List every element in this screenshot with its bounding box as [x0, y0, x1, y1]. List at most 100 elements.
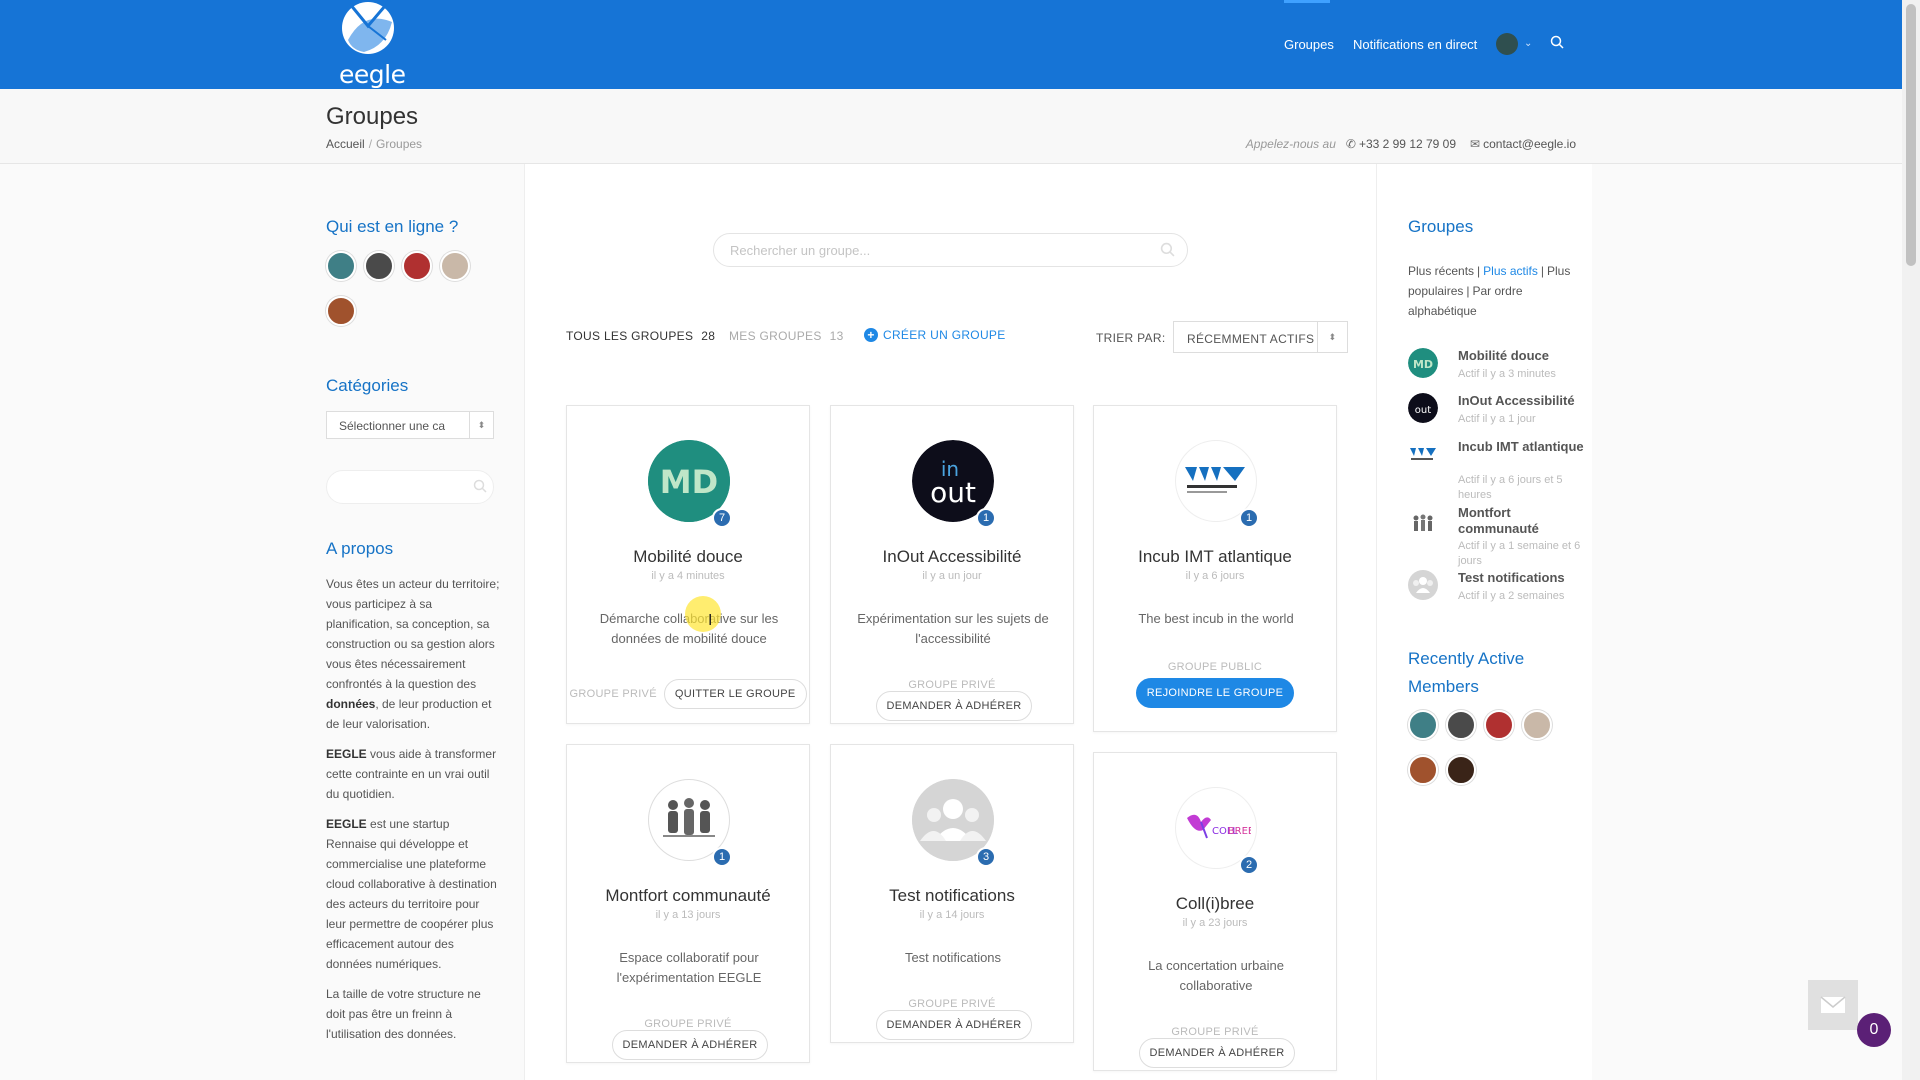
- sort-select[interactable]: RÉCEMMENT ACTIFS ⬍: [1173, 321, 1348, 353]
- sidebar-group-name[interactable]: Montfort communauté: [1458, 505, 1588, 537]
- group-card[interactable]: 3 Test notifications il y a 14 jours Tes…: [830, 744, 1074, 1043]
- md-logo-icon: MD: [1408, 348, 1438, 378]
- phone-number[interactable]: +33 2 99 12 79 09: [1359, 137, 1456, 151]
- member-avatar[interactable]: [1484, 710, 1514, 740]
- sort-active-link[interactable]: Plus actifs: [1483, 264, 1538, 278]
- sidebar-group-activity: Actif il y a 1 jour: [1458, 413, 1536, 425]
- sidebar-group-name[interactable]: InOut Accessibilité: [1458, 393, 1588, 409]
- online-avatar[interactable]: [326, 296, 356, 326]
- message-widget[interactable]: [1808, 980, 1858, 1030]
- group-time: il y a 23 jours: [1182, 917, 1248, 929]
- recently-active-heading: Recently Active Members: [1408, 649, 1525, 696]
- member-count-badge: 1: [1239, 508, 1259, 528]
- sidebar-group-activity: Actif il y a 2 semaines: [1458, 590, 1565, 602]
- online-avatar[interactable]: [402, 251, 432, 281]
- sidebar-group-item[interactable]: Incub IMT atlantique Actif il y a 6 jour…: [1408, 439, 1588, 501]
- breadcrumb-current: Groupes: [376, 137, 423, 151]
- svg-text:MD: MD: [660, 463, 718, 501]
- request-join-button[interactable]: DEMANDER À ADHÉRER: [611, 1030, 769, 1060]
- group-name[interactable]: Mobilité douce: [567, 547, 809, 567]
- scroll-thumb[interactable]: [1906, 4, 1916, 266]
- group-avatar[interactable]: 3: [912, 779, 996, 867]
- group-name[interactable]: Montfort communauté: [567, 886, 809, 906]
- group-avatar[interactable]: 1: [648, 779, 732, 867]
- user-avatar[interactable]: [1496, 33, 1518, 55]
- cursor-highlight: [685, 596, 721, 632]
- group-name[interactable]: InOut Accessibilité: [831, 547, 1073, 567]
- nav-groupes[interactable]: Groupes: [1284, 37, 1334, 52]
- group-card[interactable]: COLLBREE 2 Coll(i)bree il y a 23 jours L…: [1093, 752, 1337, 1071]
- sidebar-search-input[interactable]: [326, 470, 494, 504]
- group-sort-links: Plus récents | Plus actifs | Plus populaires…: [1408, 261, 1578, 321]
- group-search[interactable]: [713, 233, 1188, 267]
- group-name[interactable]: Test notifications: [831, 886, 1073, 906]
- request-join-button[interactable]: DEMANDER À ADHÉRER: [875, 1010, 1033, 1040]
- group-type: GROUPE PRIVÉ: [908, 998, 996, 1010]
- search-icon[interactable]: [1160, 242, 1175, 260]
- page-scrollbar[interactable]: [1902, 0, 1920, 1080]
- group-card[interactable]: 1 Montfort communauté il y a 13 jours Es…: [566, 744, 810, 1063]
- sort-recent-link[interactable]: Plus récents: [1408, 264, 1474, 278]
- sidebar-group-item[interactable]: MD Mobilité douce Actif il y a 3 minutes: [1408, 348, 1588, 388]
- logo-text: eegle: [339, 60, 406, 89]
- breadcrumb-home[interactable]: Accueil: [326, 137, 365, 151]
- sidebar-group-name[interactable]: Mobilité douce: [1458, 348, 1588, 364]
- create-group-button[interactable]: + CRÉER UN GROUPE: [864, 328, 1006, 342]
- member-avatar[interactable]: [1408, 710, 1438, 740]
- about-text: Vous êtes un acteur du territoire; vous …: [326, 574, 501, 1054]
- group-avatar[interactable]: MD 7: [648, 440, 732, 528]
- about-paragraph: EEGLE vous aide à transformer cette cont…: [326, 744, 501, 804]
- search-icon[interactable]: [1550, 35, 1564, 52]
- sidebar-group-item[interactable]: out InOut Accessibilité Actif il y a 1 j…: [1408, 393, 1588, 433]
- message-count-badge[interactable]: 0: [1857, 1013, 1891, 1047]
- group-avatar[interactable]: COLLBREE 2: [1175, 787, 1259, 875]
- online-avatar[interactable]: [326, 251, 356, 281]
- sidebar-group-name[interactable]: Test notifications: [1458, 570, 1588, 586]
- online-avatar[interactable]: [364, 251, 394, 281]
- group-description: La concertation urbaine collaborative: [1148, 958, 1284, 993]
- join-group-button[interactable]: REJOINDRE LE GROUPE: [1135, 678, 1295, 708]
- group-search-input[interactable]: [714, 234, 1134, 266]
- member-avatar[interactable]: [1522, 710, 1552, 740]
- group-card[interactable]: MD 7 Mobilité douce il y a 4 minutes Dém…: [566, 405, 810, 724]
- member-avatar[interactable]: [1446, 755, 1476, 785]
- search-icon[interactable]: [473, 479, 487, 496]
- about-bold-fragment: EEGLE: [326, 817, 367, 831]
- sidebar-group-item[interactable]: Montfort communauté Actif il y a 1 semai…: [1408, 505, 1588, 567]
- top-navbar: eegle Groupes Notifications en direct ⌄: [0, 0, 1902, 89]
- member-avatar[interactable]: [1446, 710, 1476, 740]
- contact-email[interactable]: contact@eegle.io: [1483, 137, 1576, 151]
- group-description: Test notifications: [904, 950, 1002, 965]
- group-name[interactable]: Incub IMT atlantique: [1094, 547, 1336, 567]
- imt-logo-icon: [1408, 439, 1438, 469]
- card-footer: GROUPE PRIVÉ DEMANDER À ADHÉRER: [831, 679, 1073, 721]
- groups-heading: Groupes: [1408, 217, 1474, 236]
- sidebar-group-item[interactable]: Test notifications Actif il y a 2 semain…: [1408, 570, 1588, 610]
- request-join-button[interactable]: DEMANDER À ADHÉRER: [1138, 1038, 1296, 1068]
- group-time: il y a 13 jours: [655, 909, 721, 921]
- member-count-badge: 1: [976, 508, 996, 528]
- group-type: GROUPE PRIVÉ: [644, 1018, 732, 1030]
- online-avatar[interactable]: [440, 251, 470, 281]
- sort-select-value: RÉCEMMENT ACTIFS: [1187, 332, 1315, 346]
- request-join-button[interactable]: DEMANDER À ADHÉRER: [875, 691, 1033, 721]
- sidebar-group-activity: Actif il y a 6 jours et 5 heures: [1458, 474, 1563, 501]
- tab-all-groups[interactable]: TOUS LES GROUPES 28: [566, 329, 715, 343]
- group-card[interactable]: in out 1 InOut Accessibilité il y a un jo…: [830, 405, 1074, 724]
- svg-text:MD: MD: [1413, 358, 1433, 371]
- sidebar-group-activity: Actif il y a 3 minutes: [1458, 368, 1556, 380]
- nav-notifications[interactable]: Notifications en direct: [1353, 37, 1477, 52]
- group-avatar[interactable]: in out 1: [912, 440, 996, 528]
- group-avatar[interactable]: 1: [1175, 440, 1259, 528]
- chevron-down-icon[interactable]: ⌄: [1524, 38, 1532, 49]
- category-select[interactable]: Sélectionner une ca ⬍: [326, 411, 494, 439]
- member-avatar[interactable]: [1408, 755, 1438, 785]
- sidebar-group-name[interactable]: Incub IMT atlantique: [1458, 439, 1588, 455]
- leave-group-button[interactable]: QUITTER LE GROUPE: [663, 679, 807, 709]
- inout-logo-icon: out: [1408, 393, 1438, 423]
- sort-separator: |: [1540, 264, 1544, 278]
- group-card[interactable]: 1 Incub IMT atlantique il y a 6 jours Th…: [1093, 405, 1337, 732]
- group-name[interactable]: Coll(i)bree: [1094, 894, 1336, 914]
- tab-my-groups[interactable]: MES GROUPES 13: [729, 329, 844, 343]
- group-type: GROUPE PRIVÉ: [569, 688, 657, 700]
